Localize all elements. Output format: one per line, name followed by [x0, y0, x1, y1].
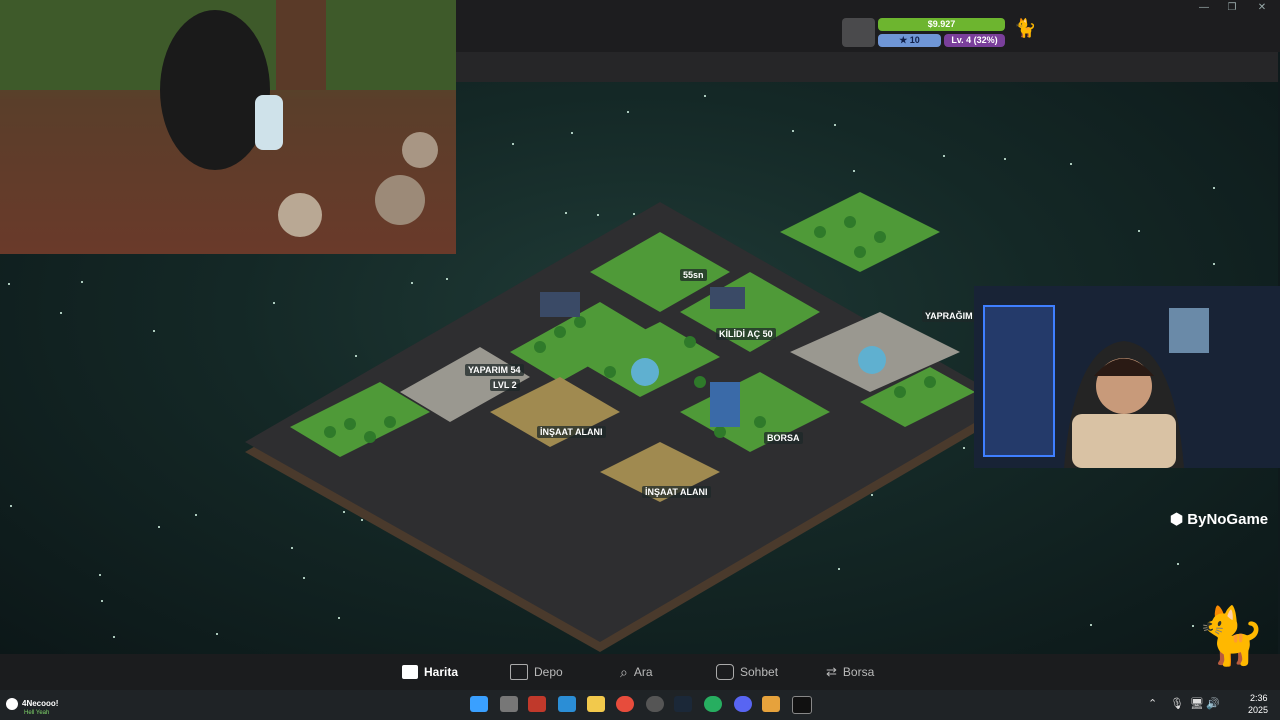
construction-label-2[interactable]: İNŞAAT ALANI: [642, 486, 711, 498]
start-icon[interactable]: [470, 696, 488, 712]
dancing-cat-icon: 🐈: [1196, 604, 1266, 667]
nav-harita-label: Harita: [424, 665, 459, 679]
nav-borsa-label: Borsa: [842, 665, 875, 679]
borsa-label[interactable]: BORSA: [764, 432, 803, 444]
outdoor-scene: [0, 0, 456, 237]
taskbar-date[interactable]: 2025: [1248, 705, 1268, 715]
game-subbar: [456, 52, 1278, 83]
exchange-icon: ⇄: [826, 664, 837, 679]
chrome-icon[interactable]: [616, 696, 634, 712]
stars-display: ★ 10: [878, 34, 941, 47]
restore-button[interactable]: ❐: [1224, 2, 1240, 13]
money-display: $9.927: [878, 18, 1005, 31]
file-explorer-icon[interactable]: [587, 696, 605, 712]
webcam-overlay-streamer: [974, 286, 1280, 468]
map-icon: [402, 665, 418, 679]
chrome-profile-icon[interactable]: [704, 696, 722, 712]
photos-icon[interactable]: [558, 696, 576, 712]
timer-label: 55sn: [680, 269, 707, 281]
yaparim-label[interactable]: YAPARIM 54: [465, 364, 524, 376]
nav-ara[interactable]: ⌕ Ara: [620, 663, 653, 681]
chat-icon: [716, 664, 734, 680]
construction-label-1[interactable]: İNŞAAT ALANI: [537, 426, 606, 438]
nav-depo-label: Depo: [534, 665, 563, 679]
taskbar-user-status: Hell Yeah: [24, 710, 50, 716]
app-icon-1[interactable]: [528, 696, 546, 712]
nav-harita[interactable]: Harita: [402, 663, 458, 681]
unlock-label[interactable]: KİLİDİ AÇ 50: [716, 328, 776, 340]
chevron-up-icon[interactable]: ⌃: [1148, 697, 1157, 710]
minimize-button[interactable]: —: [1196, 2, 1212, 13]
windows-taskbar: [0, 690, 1280, 720]
discord-icon[interactable]: [734, 696, 752, 712]
obs-icon[interactable]: [646, 696, 664, 712]
level-display: Lv. 4 (32%): [944, 34, 1005, 47]
level-label: LVL 2: [490, 379, 520, 391]
nav-depo[interactable]: Depo: [510, 663, 563, 681]
brand-watermark: ⬢ ByNoGame: [1170, 511, 1269, 528]
nav-ara-label: Ara: [633, 665, 653, 679]
warehouse-icon: [510, 664, 528, 680]
app-icon-2[interactable]: [762, 696, 780, 712]
brand-text: ByNoGame: [1187, 511, 1269, 528]
webcam-overlay-outdoor: [0, 0, 456, 254]
close-button[interactable]: ✕: [1254, 2, 1270, 13]
display-icon[interactable]: 🖥: [1190, 697, 1204, 710]
user-status-icon: [6, 698, 18, 710]
microphone-icon[interactable]: 🎙: [1170, 697, 1184, 710]
taskbar-username[interactable]: 4Necooo!: [22, 699, 58, 708]
nav-sohbet[interactable]: Sohbet: [716, 663, 778, 681]
search-icon: ⌕: [620, 663, 628, 680]
taskbar-time[interactable]: 2:36: [1250, 693, 1268, 703]
steam-icon[interactable]: [674, 696, 692, 712]
cat-icon: 🐈: [1014, 18, 1037, 38]
volume-icon[interactable]: 🔊: [1206, 697, 1220, 710]
stars-count: 10: [909, 35, 920, 45]
player-avatar[interactable]: [842, 18, 875, 47]
taskview-icon[interactable]: [500, 696, 518, 712]
nav-sohbet-label: Sohbet: [740, 665, 779, 679]
nav-borsa[interactable]: ⇄ Borsa: [826, 663, 874, 681]
terminal-icon[interactable]: [792, 696, 812, 714]
streamer-scene: [974, 286, 1280, 468]
